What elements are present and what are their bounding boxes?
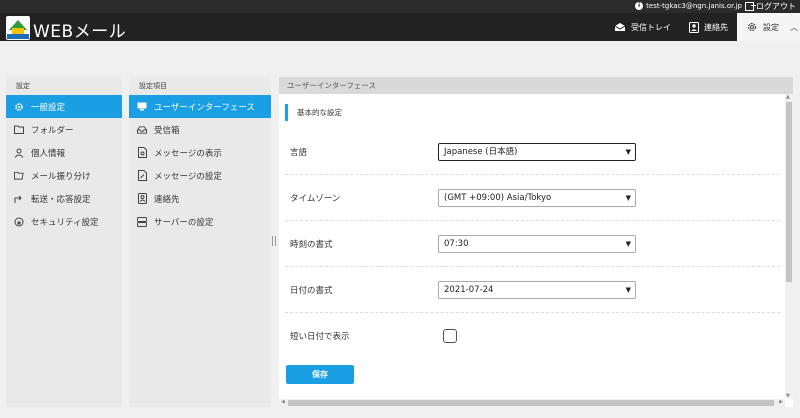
folder-icon <box>14 125 24 135</box>
folder-filter-icon <box>14 171 24 181</box>
section-item-message-compose[interactable]: メッセージの設定 <box>129 164 271 187</box>
sections-panel-title: 設定項目 <box>139 82 167 90</box>
section-item-label: ユーザーインターフェース <box>154 102 255 113</box>
section-item-label: メッセージの表示 <box>154 148 222 159</box>
settings-item-folders[interactable]: フォルダー <box>6 118 122 141</box>
date-format-label: 日付の書式 <box>290 285 333 296</box>
timezone-label: タイムゾーン <box>290 193 341 204</box>
language-select-value: Japanese (日本語) <box>444 146 518 157</box>
envelope-icon <box>614 23 626 31</box>
chevron-up-icon: ︿ <box>790 22 798 32</box>
time-format-select-value: 07:30 <box>444 238 469 249</box>
settings-content: ユーザーインターフェース 基本的な設定 言語 Japanese (日本語) ▼ … <box>279 77 793 407</box>
monitor-icon <box>137 102 147 112</box>
user-email: test-tgkac3@ngn.janis.or.jp <box>646 2 742 10</box>
section-item-inbox[interactable]: 受信箱 <box>129 118 271 141</box>
contact-icon <box>137 193 147 204</box>
scroll-down-icon[interactable]: ▼ <box>786 393 790 399</box>
logout-icon <box>745 2 756 11</box>
vertical-scrollbar-thumb[interactable] <box>786 102 792 282</box>
setting-row-short-date: 短い日付で表示 <box>285 313 780 359</box>
scroll-left-icon[interactable]: ◀ <box>281 399 285 405</box>
janis-logo[interactable] <box>6 16 30 40</box>
scroll-up-icon[interactable]: ▲ <box>786 94 790 100</box>
security-icon <box>14 217 24 227</box>
setting-row-language: 言語 Japanese (日本語) ▼ <box>285 129 780 175</box>
chevron-down-icon: ▼ <box>625 285 631 294</box>
header-nav: 受信トレイ 連絡先 設定 ︿ <box>605 13 800 41</box>
settings-item-security[interactable]: セキュリティ設定 <box>6 210 122 233</box>
server-icon <box>137 216 147 227</box>
nav-contacts-label: 連絡先 <box>704 22 728 32</box>
chevron-down-icon: ▼ <box>625 147 631 156</box>
settings-panel-title: 設定 <box>16 82 30 90</box>
person-icon <box>14 148 24 158</box>
settings-item-label: メール振り分け <box>31 171 91 182</box>
settings-item-label: 個人情報 <box>31 148 66 159</box>
document-edit-icon <box>137 170 147 181</box>
setting-row-date-format: 日付の書式 2021-07-24 ▼ <box>285 267 780 313</box>
nav-inbox[interactable]: 受信トレイ <box>605 13 680 41</box>
setting-row-time-format: 時刻の書式 07:30 ▼ <box>285 221 780 267</box>
settings-sections-panel: 設定項目 ユーザーインターフェース 受信箱 メッセージの表示 メッセージの設定 … <box>129 77 271 407</box>
info-icon: i <box>635 2 644 10</box>
section-item-label: サーバーの設定 <box>154 217 214 228</box>
settings-item-forwarding[interactable]: 転送・応答設定 <box>6 187 122 210</box>
content-header: ユーザーインターフェース <box>279 77 793 94</box>
section-item-contacts[interactable]: 連絡先 <box>129 187 271 210</box>
section-item-server[interactable]: サーバーの設定 <box>129 210 271 233</box>
short-date-label: 短い日付で表示 <box>290 332 350 342</box>
settings-item-label: セキュリティ設定 <box>31 217 99 228</box>
app-title: WEBメール <box>33 22 127 42</box>
chevron-down-icon: ▼ <box>625 193 631 202</box>
settings-item-label: 転送・応答設定 <box>31 194 91 205</box>
section-item-label: 連絡先 <box>154 194 180 205</box>
section-item-ui[interactable]: ユーザーインターフェース <box>129 95 271 118</box>
section-title: 基本的な設定 <box>285 104 342 121</box>
nav-inbox-label: 受信トレイ <box>631 22 671 32</box>
user-info: i test-tgkac3@ngn.janis.or.jp <box>635 2 742 10</box>
short-date-checkbox[interactable] <box>443 329 457 343</box>
section-item-label: メッセージの設定 <box>154 171 222 182</box>
gear-icon <box>14 102 24 112</box>
logout-label: ログアウト <box>756 2 796 11</box>
settings-item-label: 一般設定 <box>31 102 66 113</box>
date-format-select-value: 2021-07-24 <box>444 284 494 295</box>
vertical-scrollbar[interactable]: ▲ ▼ <box>785 94 793 399</box>
settings-item-label: フォルダー <box>31 125 74 136</box>
settings-item-identity[interactable]: 個人情報 <box>6 141 122 164</box>
settings-panel: 設定 一般設定 フォルダー 個人情報 メール振り分け 転送・応答設定 セキュリテ… <box>6 77 122 407</box>
settings-item-general[interactable]: 一般設定 <box>6 95 122 118</box>
section-item-label: 受信箱 <box>154 125 180 136</box>
document-view-icon <box>137 147 147 158</box>
language-label: 言語 <box>290 147 308 158</box>
horizontal-scrollbar-thumb[interactable] <box>288 400 774 406</box>
save-button[interactable]: 保存 <box>286 365 354 384</box>
nav-settings[interactable]: 設定 <box>737 13 788 41</box>
nav-contacts[interactable]: 連絡先 <box>680 13 737 41</box>
timezone-select[interactable]: (GMT +09:00) Asia/Tokyo ▼ <box>438 188 636 207</box>
horizontal-scrollbar[interactable]: ◀ ▶ <box>279 399 785 407</box>
forward-icon <box>14 194 24 204</box>
date-format-select[interactable]: 2021-07-24 ▼ <box>438 280 636 299</box>
setting-row-timezone: タイムゾーン (GMT +09:00) Asia/Tokyo ▼ <box>285 175 780 221</box>
language-select[interactable]: Japanese (日本語) ▼ <box>438 142 636 161</box>
settings-item-filters[interactable]: メール振り分け <box>6 164 122 187</box>
nav-collapse-toggle[interactable]: ︿ <box>788 13 800 41</box>
gear-icon <box>747 22 757 32</box>
inbox-icon <box>137 125 147 135</box>
scroll-right-icon[interactable]: ▶ <box>779 399 783 405</box>
nav-settings-label: 設定 <box>763 22 779 32</box>
logout-button[interactable]: ログアウト <box>745 1 796 12</box>
app-header: WEBメール 受信トレイ 連絡先 設定 ︿ <box>0 13 800 42</box>
chevron-down-icon: ▼ <box>625 239 631 248</box>
time-format-label: 時刻の書式 <box>290 239 333 250</box>
panel-resize-handle[interactable] <box>272 236 276 246</box>
top-status-bar: i test-tgkac3@ngn.janis.or.jp ログアウト <box>0 0 800 13</box>
time-format-select[interactable]: 07:30 ▼ <box>438 234 636 253</box>
section-item-message-display[interactable]: メッセージの表示 <box>129 141 271 164</box>
timezone-select-value: (GMT +09:00) Asia/Tokyo <box>444 192 552 203</box>
contact-icon <box>689 21 699 33</box>
